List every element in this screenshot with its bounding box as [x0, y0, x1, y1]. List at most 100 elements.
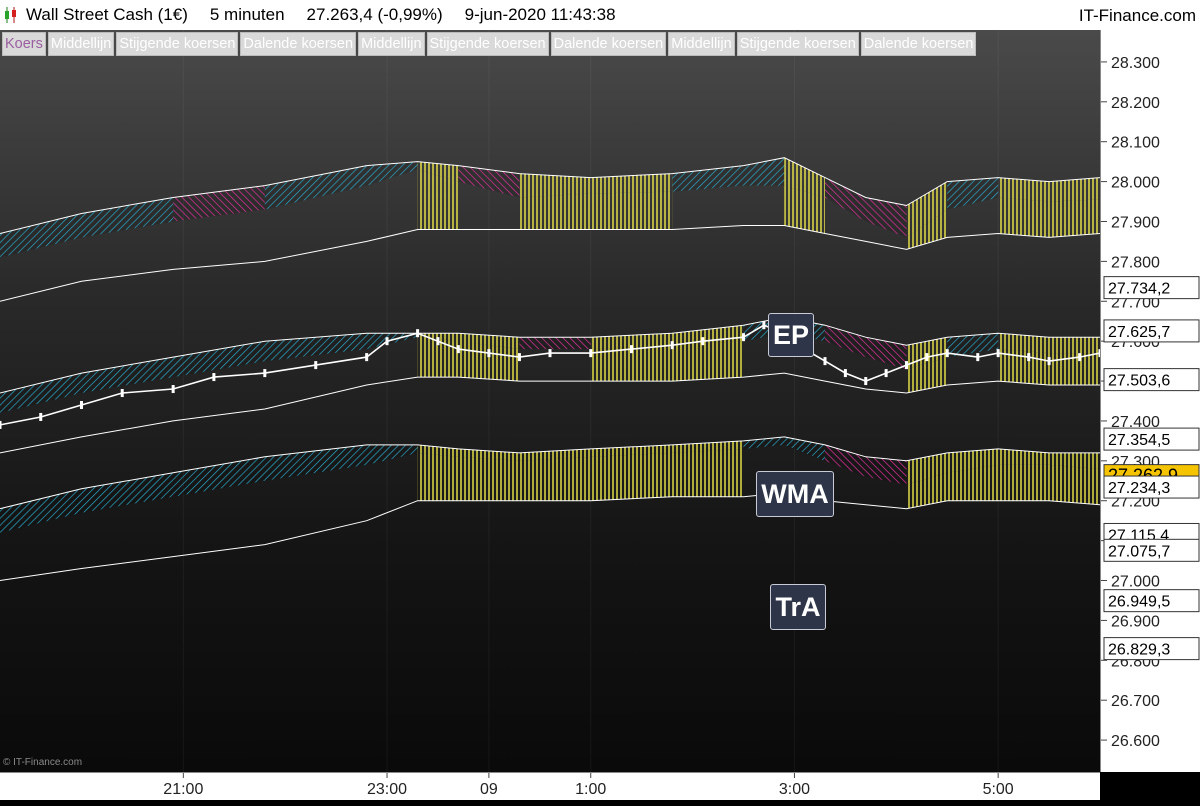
price-candle — [212, 373, 216, 382]
channel-tra — [0, 436, 1100, 581]
y-tick-label: 26.700 — [1111, 693, 1160, 710]
legend-item[interactable]: Middellijn — [668, 32, 735, 56]
y-tick-label: 26.900 — [1111, 613, 1160, 630]
channel-segment — [173, 341, 265, 378]
channel-segment — [590, 191, 673, 230]
legend-item[interactable]: Dalende koersen — [240, 32, 357, 56]
channel-segment — [264, 165, 367, 210]
price-axis[interactable]: 26.60026.70026.80026.90027.00027.10027.2… — [1100, 30, 1200, 772]
x-tick-label: 5:00 — [983, 781, 1014, 798]
channel-segment — [825, 325, 866, 358]
x-tick-label: 1:00 — [575, 781, 606, 798]
price-candle — [416, 329, 420, 338]
channel-segment — [1049, 337, 1100, 354]
channel-segment — [865, 456, 907, 485]
channel-segment — [865, 337, 907, 370]
price-candle — [314, 361, 318, 370]
price-candle — [365, 353, 369, 362]
price-candle — [385, 337, 389, 346]
quote-datetime: 9-jun-2020 11:43:38 — [464, 5, 616, 24]
channel-segment — [81, 472, 174, 513]
annotation-ep: EP — [768, 313, 814, 357]
price-candle — [904, 361, 908, 370]
channel-segment — [672, 341, 744, 382]
price-candle — [263, 369, 267, 378]
time-axis[interactable]: 21:00 23:00 09 1:00 3:00 5:00 — [0, 772, 1100, 800]
price-candle — [976, 353, 980, 362]
price-box-label: 27.734,2 — [1108, 281, 1170, 298]
price-candle — [171, 385, 175, 394]
price-candle — [843, 369, 847, 378]
channel-segment — [81, 357, 174, 394]
price-chart[interactable] — [0, 30, 1100, 772]
y-tick-label: 27.900 — [1111, 214, 1160, 231]
instrument-name: Wall Street Cash (1€) — [26, 5, 188, 24]
legend-item[interactable]: Dalende koersen — [860, 32, 977, 56]
chart-header: Wall Street Cash (1€) 5 minuten 27.263,4… — [0, 0, 1200, 30]
price-candle — [1047, 357, 1051, 366]
price-candle — [436, 337, 440, 346]
price-candle — [79, 400, 83, 409]
indicator-legend: Koers Middellijn Stijgende koersen Dalen… — [2, 32, 1022, 57]
legend-item[interactable]: Stijgende koersen — [116, 32, 239, 56]
price-candle — [589, 349, 593, 358]
price-box-label: 27.625,7 — [1108, 324, 1170, 341]
price-candle — [629, 345, 633, 354]
price-candle — [701, 337, 705, 346]
price-candle — [39, 412, 43, 421]
price-candle — [823, 357, 827, 366]
price-box-label: 27.354,5 — [1108, 432, 1170, 449]
channel-segment — [825, 177, 866, 222]
lower-band-line — [0, 492, 1100, 581]
x-tick-label: 21:00 — [163, 781, 203, 798]
channel-segment — [81, 197, 174, 238]
channel-segment — [947, 177, 999, 210]
y-tick-label: 28.200 — [1111, 95, 1160, 112]
legend-item[interactable]: Middellijn — [47, 32, 115, 56]
y-tick-label: 27.000 — [1111, 574, 1160, 591]
channel-segment — [1049, 464, 1100, 505]
channel-segment — [458, 456, 520, 501]
channel-segment — [1049, 199, 1100, 238]
price-candle — [0, 420, 2, 429]
brand-name[interactable]: IT-Finance.com — [1079, 6, 1196, 26]
legend-item[interactable]: Koers — [2, 32, 46, 56]
price-candle — [120, 389, 124, 398]
y-tick-label: 28.300 — [1111, 55, 1160, 72]
channel-segment — [519, 337, 591, 350]
channel-segment — [590, 452, 673, 501]
channel-segment — [998, 197, 1050, 238]
legend-item[interactable]: Stijgende koersen — [736, 32, 859, 56]
legend-item[interactable]: Stijgende koersen — [426, 32, 549, 56]
price-candle — [945, 349, 949, 358]
price-candle — [517, 353, 521, 362]
plot-area[interactable]: Koers Middellijn Stijgende koersen Dalen… — [0, 30, 1100, 772]
y-tick-label: 26.600 — [1111, 733, 1160, 750]
x-tick-label: 09 — [480, 781, 498, 798]
price-candle — [1027, 353, 1031, 362]
price-candle — [487, 349, 491, 358]
price-box-label: 26.829,3 — [1108, 642, 1170, 659]
price-candle — [925, 353, 929, 362]
annotation-tra: TrA — [770, 584, 826, 630]
channel-segment — [264, 444, 367, 481]
legend-item[interactable]: Middellijn — [358, 32, 425, 56]
legend-item[interactable]: Dalende koersen — [550, 32, 667, 56]
price-box-label: 26.949,5 — [1108, 594, 1170, 611]
channel-segment — [0, 488, 82, 533]
price-candle — [548, 349, 552, 358]
y-tick-label: 28.100 — [1111, 135, 1160, 152]
price-candle — [1078, 353, 1082, 362]
price-candle — [670, 341, 674, 350]
channel-segment — [672, 448, 744, 497]
x-tick-label: 3:00 — [779, 781, 810, 798]
price-box-label: 27.503,6 — [1108, 373, 1170, 390]
price-candle — [456, 345, 460, 354]
channel-segment — [417, 452, 459, 501]
price-box-label: 27.075,7 — [1108, 543, 1170, 560]
interval-label[interactable]: 5 minuten — [210, 5, 285, 25]
price-candle — [884, 369, 888, 378]
y-tick-label: 28.000 — [1111, 175, 1160, 192]
channel-segment — [998, 464, 1050, 501]
channel-segment — [366, 444, 418, 465]
